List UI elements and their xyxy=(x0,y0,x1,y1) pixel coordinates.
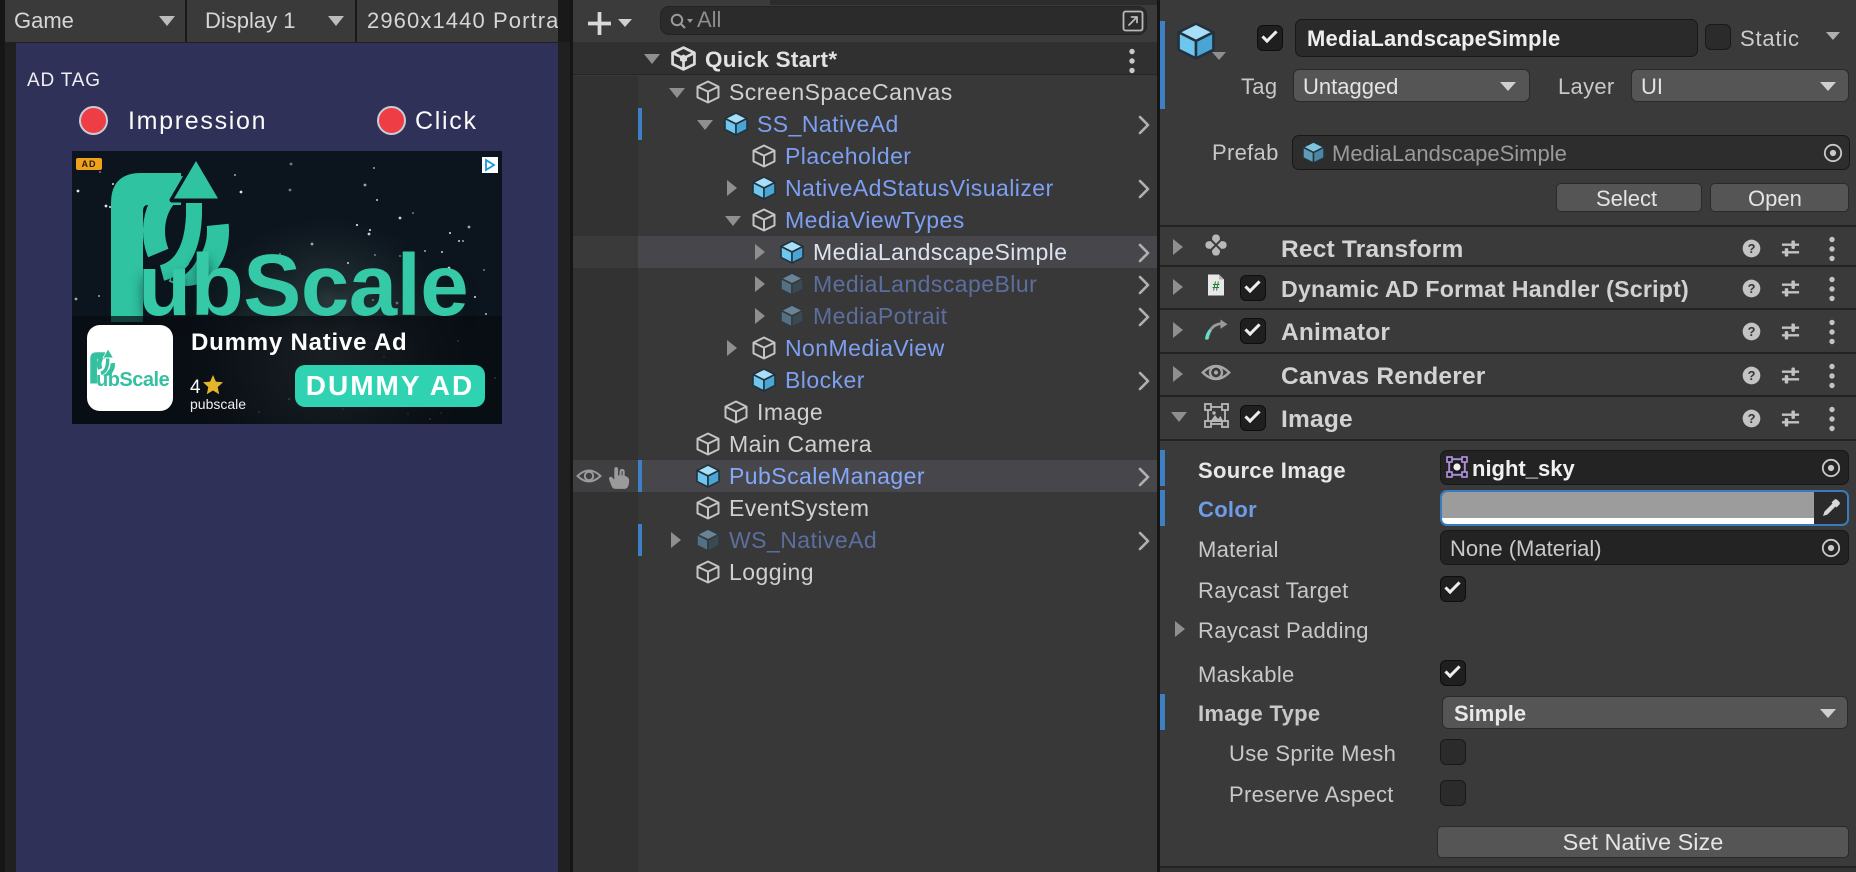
svg-text:?: ? xyxy=(1748,241,1756,256)
svg-text:?: ? xyxy=(1748,281,1756,296)
svg-text:?: ? xyxy=(1748,324,1756,339)
svg-text:#: # xyxy=(1212,279,1220,294)
svg-text:?: ? xyxy=(1748,368,1756,383)
svg-text:?: ? xyxy=(1748,411,1756,426)
